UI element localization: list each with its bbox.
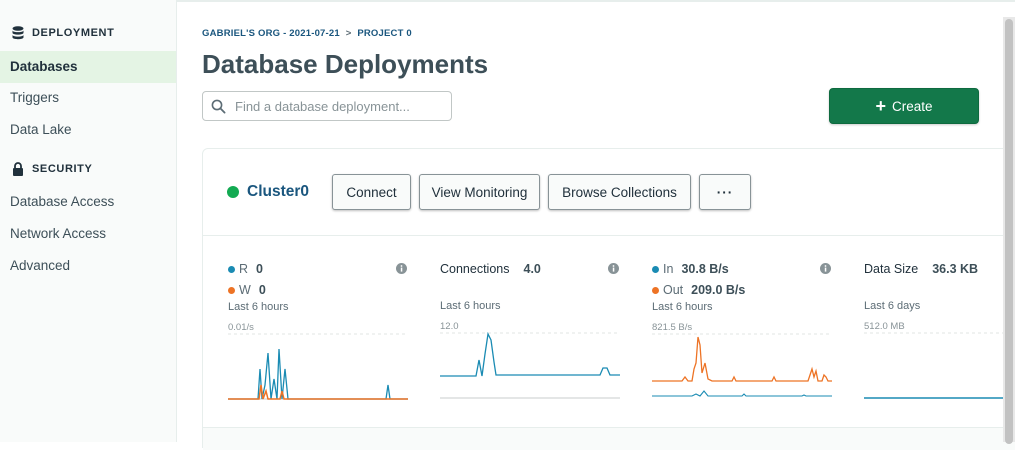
sidebar-item-triggers[interactable]: Triggers (0, 82, 176, 114)
metric-period: Last 6 hours (440, 300, 501, 312)
metric-value: 30.8 B/s (681, 262, 729, 276)
security-section-label: SECURITY (32, 163, 93, 175)
breadcrumb-project[interactable]: PROJECT 0 (357, 28, 412, 39)
chart-max-label: 0.01/s (228, 322, 254, 333)
metric-out-line: Out 209.0 B/s (652, 283, 745, 297)
metric-read-line: R 0 (228, 262, 263, 276)
chart-max-label: 821.5 B/s (652, 322, 693, 333)
browse-collections-button[interactable]: Browse Collections (548, 174, 691, 210)
write-series-dot (228, 286, 235, 294)
sidebar-item-label: Data Lake (10, 122, 72, 137)
out-series-dot (652, 286, 659, 294)
sidebar-item-label: Triggers (10, 90, 60, 105)
more-options-button[interactable]: ··· (699, 174, 751, 210)
search-icon (211, 99, 226, 114)
metric-label: In (663, 262, 674, 276)
metric-value: 36.3 KB (932, 262, 979, 276)
deployment-section-header: DEPLOYMENT (12, 26, 114, 40)
plus-icon: + (875, 96, 886, 116)
cluster-header: Cluster0 (227, 173, 309, 211)
metric-write-line: W 0 (228, 283, 266, 297)
metric-connections-line: Connections 4.0 (440, 262, 541, 276)
card-divider (203, 235, 1015, 236)
metric-data-size[interactable]: Data Size 36.3 KB Last 6 days 512.0 MB (864, 249, 1015, 419)
sidebar-item-data-lake[interactable]: Data Lake (0, 114, 176, 146)
create-button[interactable]: + Create (829, 88, 979, 124)
metric-value: 0 (258, 283, 266, 297)
sidebar-item-network-access[interactable]: Network Access (0, 218, 176, 250)
sidebar-item-databases[interactable]: Databases (0, 51, 176, 83)
search-box[interactable] (202, 91, 452, 121)
metric-in-line: In 30.8 B/s (652, 262, 729, 276)
network-sparkline (652, 333, 832, 397)
cluster-name-link[interactable]: Cluster0 (247, 183, 309, 201)
metric-data-size-line: Data Size 36.3 KB (864, 262, 978, 276)
read-series-dot (228, 265, 235, 273)
database-stack-icon (12, 26, 24, 40)
breadcrumb-org[interactable]: GABRIEL'S ORG - 2021-07-21 (202, 28, 340, 39)
sidebar: DEPLOYMENT Databases Triggers Data Lake … (0, 0, 177, 442)
operations-sparkline (228, 333, 408, 400)
breadcrumb: GABRIEL'S ORG - 2021-07-21 > PROJECT 0 (202, 28, 412, 39)
in-series-dot (652, 265, 659, 273)
cluster-card: Cluster0 Connect View Monitoring Browse … (202, 148, 1015, 450)
metric-connections[interactable]: Connections 4.0 Last 6 hours 12.0 (440, 249, 620, 419)
chart-max-label: 12.0 (440, 321, 459, 332)
security-section-header: SECURITY (12, 162, 92, 176)
info-icon[interactable] (608, 263, 619, 274)
lock-icon (13, 162, 23, 176)
chart-max-label: 512.0 MB (864, 321, 905, 332)
sidebar-item-database-access[interactable]: Database Access (0, 186, 176, 218)
metric-period: Last 6 days (864, 300, 921, 312)
sidebar-item-label: Database Access (10, 194, 115, 209)
data-size-sparkline (864, 332, 1015, 399)
info-icon[interactable] (820, 263, 831, 274)
create-button-label: Create (891, 98, 933, 114)
sidebar-item-label: Advanced (10, 258, 71, 273)
info-icon[interactable] (396, 263, 407, 274)
metric-operations[interactable]: R 0 W 0 Last 6 hours 0.01/s (228, 249, 408, 419)
metric-label: Data Size (864, 262, 919, 276)
scrollbar-thumb[interactable] (1005, 19, 1013, 444)
metric-period: Last 6 hours (652, 301, 713, 313)
card-footer (203, 427, 1015, 450)
sidebar-item-label: Databases (10, 59, 78, 74)
search-input[interactable] (233, 97, 437, 115)
view-monitoring-button[interactable]: View Monitoring (419, 174, 540, 210)
connections-sparkline (440, 332, 620, 399)
metric-label: R (239, 262, 249, 276)
deployment-section-label: DEPLOYMENT (32, 27, 115, 39)
breadcrumb-separator: > (345, 28, 352, 39)
page-scrollbar[interactable] (1003, 17, 1015, 444)
metric-label: W (239, 283, 251, 297)
metric-value: 209.0 B/s (691, 283, 746, 297)
sidebar-item-advanced[interactable]: Advanced (0, 250, 176, 282)
page-title: Database Deployments (202, 49, 489, 79)
metric-value: 0 (256, 262, 263, 276)
metric-label: Connections (440, 262, 510, 276)
connect-button[interactable]: Connect (332, 174, 411, 210)
metric-value: 4.0 (523, 262, 541, 276)
sidebar-item-label: Network Access (10, 226, 107, 241)
metric-label: Out (663, 283, 684, 297)
metric-network[interactable]: In 30.8 B/s Out 209.0 B/s Last 6 hours 8… (652, 249, 832, 419)
cluster-status-dot (227, 186, 239, 198)
metric-period: Last 6 hours (228, 301, 289, 313)
